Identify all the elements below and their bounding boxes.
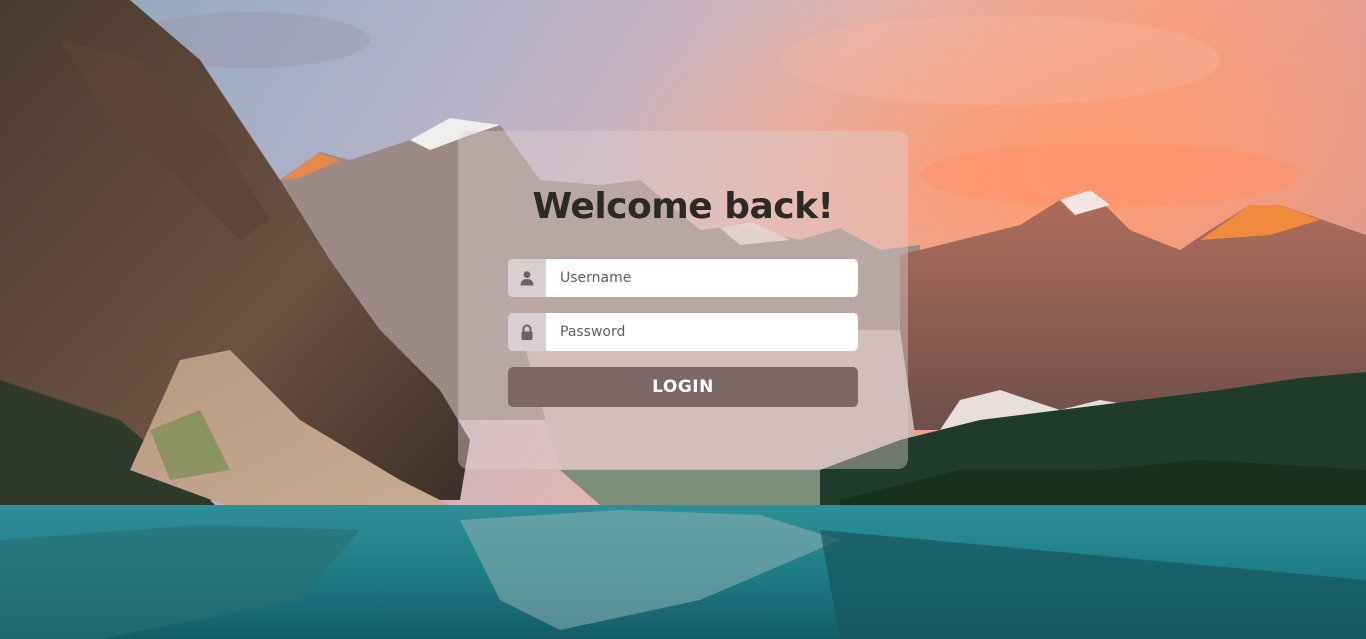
login-button[interactable]: LOGIN	[508, 367, 858, 407]
page-title: Welcome back!	[532, 186, 834, 227]
username-field[interactable]	[508, 259, 858, 297]
username-input[interactable]	[546, 259, 858, 297]
lock-icon	[508, 313, 546, 351]
password-input[interactable]	[546, 313, 858, 351]
password-field[interactable]	[508, 313, 858, 351]
user-icon	[508, 259, 546, 297]
